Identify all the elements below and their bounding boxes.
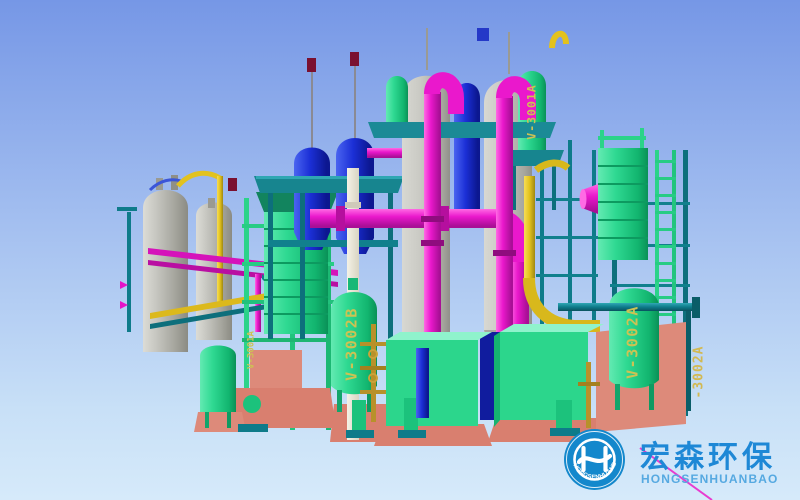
blue-vessel-1 xyxy=(294,148,330,251)
gooseneck-collar xyxy=(421,240,444,246)
box-1-front xyxy=(386,340,478,426)
deck-beam-lower xyxy=(268,240,398,247)
maroon-actuator xyxy=(307,58,316,72)
tag-v3001a-left: V-3001A xyxy=(247,330,257,369)
pump-base-right xyxy=(550,428,580,436)
gold-manifold-right xyxy=(586,362,591,428)
box-2-side xyxy=(494,332,500,427)
deck-leg xyxy=(268,193,273,339)
cream-column-collar xyxy=(345,202,361,208)
pump-base xyxy=(346,430,374,438)
teal-tee xyxy=(117,207,137,211)
maroon-actuator xyxy=(350,52,359,66)
pump-volute xyxy=(243,395,261,413)
pump-body-right xyxy=(556,400,572,428)
vessel-leg xyxy=(337,390,342,412)
plate-exchanger-right xyxy=(598,148,648,260)
tag-v3001a-top: V-3001A xyxy=(525,84,539,139)
render-viewport: V-3001A V-3001A V-3002B V-3002A -3002A H… xyxy=(0,0,800,500)
small-left-vessel xyxy=(200,346,236,413)
brand-name-english: HONGSENHUANBAO xyxy=(641,472,778,486)
tag-v3002b: V-3002B xyxy=(343,307,361,381)
gold-manifold xyxy=(371,324,376,422)
tag-v3002a: V-3002A xyxy=(624,305,642,379)
vessel-top-nozzle xyxy=(348,278,358,290)
plinth-box-1 xyxy=(374,424,492,446)
box-2-front xyxy=(500,332,588,420)
pipe-end-flange xyxy=(692,297,700,318)
green-column-left xyxy=(386,76,408,126)
pump-base xyxy=(238,424,268,432)
gooseneck-collar xyxy=(421,216,444,222)
pump-body xyxy=(404,398,418,430)
magenta-nozzle-rim xyxy=(580,189,587,209)
top-blue-box xyxy=(477,28,489,41)
bellows xyxy=(336,206,345,231)
blue-motor xyxy=(416,348,429,418)
pump-body xyxy=(352,400,366,430)
pipe-drop xyxy=(686,311,691,411)
brand-name-chinese: 宏森环保 xyxy=(640,440,776,474)
deck-edge-highlight xyxy=(256,176,402,179)
tag-3002a-leader: -3002A xyxy=(692,346,707,399)
deck-leg xyxy=(300,193,305,339)
vessel-leg xyxy=(649,384,654,410)
pump-base xyxy=(398,430,426,438)
box-2-top xyxy=(500,324,604,332)
plant-3d-render: V-3001A V-3001A V-3002B V-3002A -3002A H… xyxy=(0,0,800,500)
vessel-leg xyxy=(615,384,620,410)
yellow-riser xyxy=(524,176,535,280)
teal-standpipe xyxy=(127,212,131,332)
maroon-valve xyxy=(228,178,237,191)
box-1-top xyxy=(386,332,492,340)
tank-2-nozzle xyxy=(208,198,215,208)
deck-leg xyxy=(552,166,556,210)
gooseneck-collar xyxy=(493,250,516,256)
tank-1-nozzle-2 xyxy=(171,175,178,190)
yellow-pipe-vertical xyxy=(217,176,223,306)
storage-tank-1 xyxy=(143,190,188,352)
frame-rail xyxy=(598,136,646,140)
